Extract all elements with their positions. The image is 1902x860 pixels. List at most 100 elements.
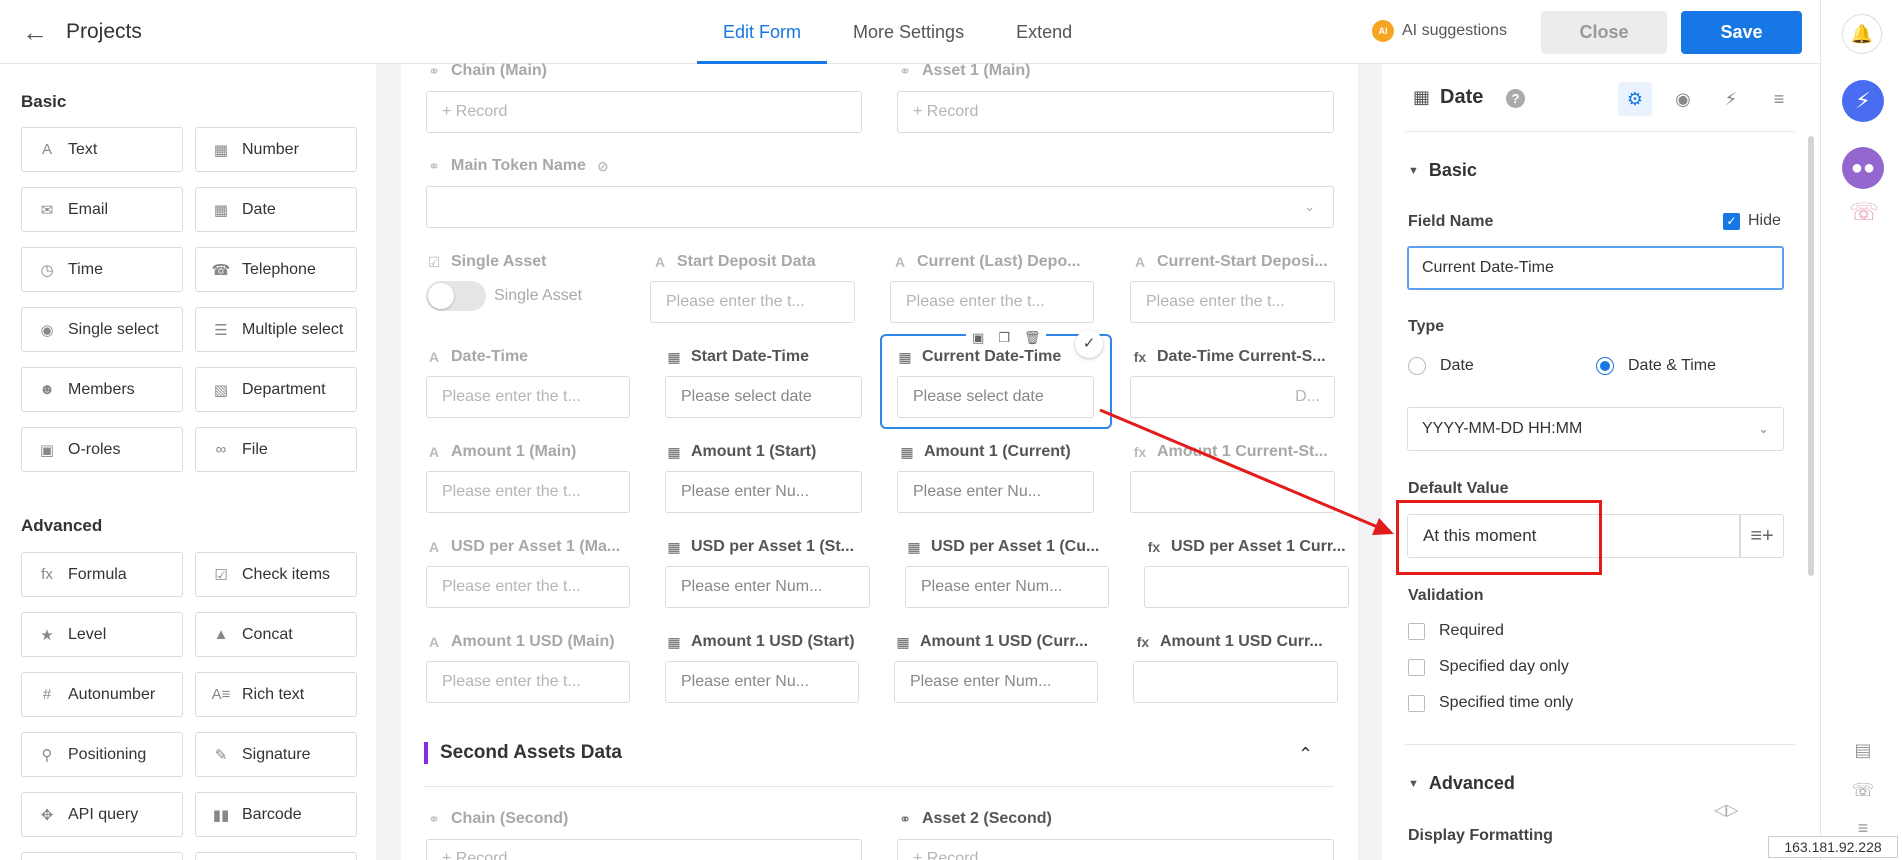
component-telephone[interactable]: ☎ Telephone <box>195 247 357 292</box>
component-concat[interactable]: ▲ Concat <box>195 612 357 657</box>
check-icon[interactable]: ✓ <box>1075 330 1103 358</box>
current-date-time-input[interactable]: Please select date <box>897 376 1094 418</box>
field-label-amount1-current: ▦ Amount 1 (Current) <box>900 443 1071 460</box>
component-rich-text[interactable]: A≡ Rich text <box>195 672 357 717</box>
component-single-select[interactable]: ◉ Single select <box>21 307 183 352</box>
date-time-current-s-input[interactable]: D... <box>1130 376 1335 418</box>
amount1-main-input[interactable]: Please enter the t... <box>426 471 630 513</box>
panel-divider <box>1405 744 1795 745</box>
support-icon[interactable]: ☏ <box>1851 780 1875 804</box>
component-department[interactable]: ▧ Department <box>195 367 357 412</box>
link-icon: ⚭ <box>428 62 440 79</box>
component-file[interactable]: ∞ File <box>195 427 357 472</box>
start-deposit-data-input[interactable]: Please enter the t... <box>650 281 855 323</box>
component-barcode[interactable]: ▮▮ Barcode <box>195 792 357 837</box>
field-label-usd-asset1-start: ▦ USD per Asset 1 (St... <box>667 538 855 555</box>
component-positioning[interactable]: ⚲ Positioning <box>21 732 183 777</box>
current-start-deposi-input[interactable]: Please enter the t... <box>1130 281 1335 323</box>
sort-icon[interactable]: ≡ <box>1762 82 1796 116</box>
concat-icon: ▲ <box>213 626 229 643</box>
delete-icon[interactable]: 🗑 <box>1024 330 1041 346</box>
basic-section-toggle[interactable]: ▼ Basic <box>1408 160 1477 181</box>
amount1-current-input[interactable]: Please enter Nu... <box>897 471 1094 513</box>
component-partial[interactable] <box>195 852 357 860</box>
component-autonumber[interactable]: # Autonumber <box>21 672 183 717</box>
hide-checkbox[interactable]: ✓ Hide <box>1723 212 1781 230</box>
headset-icon[interactable]: ☏ <box>1849 198 1879 228</box>
text-icon: A <box>428 444 440 460</box>
checkbox-icon: ☑ <box>427 253 441 270</box>
amount1-usd-curr-input[interactable]: Please enter Num... <box>894 661 1098 703</box>
checkbox-icon <box>1408 658 1425 676</box>
chain-second-record-input[interactable]: + Record <box>426 839 862 860</box>
tab-extend[interactable]: Extend <box>990 0 1098 64</box>
tab-edit-form[interactable]: Edit Form <box>697 0 828 64</box>
display-formatting-label: Display Formatting <box>1408 827 1553 844</box>
component-multiple-select[interactable]: ☰ Multiple select <box>195 307 357 352</box>
component-o-roles[interactable]: ▣ O-roles <box>21 427 183 472</box>
component-date[interactable]: ▦ Date <box>195 187 357 232</box>
validation-label: Validation <box>1408 587 1484 604</box>
date-format-select[interactable]: YYYY-MM-DD HH:MM ⌄ <box>1407 407 1784 451</box>
asset1-main-record-input[interactable]: + Record <box>897 91 1334 133</box>
usd-asset1-current-input[interactable]: Please enter Num... <box>905 566 1109 608</box>
playlist-add-icon[interactable]: ≡+ <box>1740 514 1784 558</box>
component-members[interactable]: ☻ Members <box>21 367 183 412</box>
asset2-second-record-input[interactable]: + Record <box>897 839 1334 860</box>
lightning-icon[interactable]: ⚡ <box>1714 82 1748 116</box>
chevron-up-icon[interactable]: ⌃ <box>1298 744 1313 765</box>
type-icon[interactable]: ▣ <box>972 330 984 346</box>
amount1-usd-curr2-input[interactable] <box>1133 661 1338 703</box>
usd-asset1-curr-input[interactable] <box>1144 566 1349 608</box>
save-button[interactable]: Save <box>1681 11 1802 54</box>
field-name-input[interactable]: Current Date-Time <box>1407 246 1784 290</box>
main-token-name-select[interactable]: ⌄ <box>426 186 1334 228</box>
checkbox-icon <box>1408 622 1425 640</box>
component-signature[interactable]: ✎ Signature <box>195 732 357 777</box>
amount1-start-input[interactable]: Please enter Nu... <box>665 471 862 513</box>
panel-scrollbar[interactable] <box>1808 136 1814 576</box>
required-checkbox[interactable]: Required <box>1408 622 1504 640</box>
specified-time-checkbox[interactable]: Specified time only <box>1408 694 1573 712</box>
component-text[interactable]: A Text <box>21 127 183 172</box>
component-email[interactable]: ✉ Email <box>21 187 183 232</box>
component-api-query[interactable]: ✥ API query <box>21 792 183 837</box>
amount1-current-st-input[interactable] <box>1130 471 1335 513</box>
component-formula[interactable]: fx Formula <box>21 552 183 597</box>
type-date-radio[interactable]: Date <box>1408 357 1474 375</box>
bell-icon[interactable]: 🔔 <box>1842 14 1882 54</box>
type-label: Type <box>1408 318 1445 335</box>
component-level[interactable]: ★ Level <box>21 612 183 657</box>
palette-icon[interactable]: ◉ <box>1666 82 1700 116</box>
component-time[interactable]: ◷ Time <box>21 247 183 292</box>
help-icon[interactable]: ? <box>1506 89 1525 108</box>
resize-handle-icon[interactable]: ◁▷ <box>1714 800 1739 820</box>
amount1-usd-main-input[interactable]: Please enter the t... <box>426 661 630 703</box>
copy-icon[interactable]: ❐ <box>998 330 1010 346</box>
team-icon[interactable]: ●● <box>1842 147 1884 189</box>
ai-suggestions-button[interactable]: AI AI suggestions <box>1372 20 1507 42</box>
current-last-depo-input[interactable]: Please enter the t... <box>890 281 1094 323</box>
start-date-time-input[interactable]: Please select date <box>665 376 862 418</box>
component-check-items[interactable]: ☑ Check items <box>195 552 357 597</box>
usd-asset1-main-input[interactable]: Please enter the t... <box>426 566 630 608</box>
field-label-amount1-usd-curr2: fx Amount 1 USD Curr... <box>1136 633 1323 650</box>
component-number[interactable]: ▦ Number <box>195 127 357 172</box>
back-arrow-icon[interactable]: ← <box>22 18 50 46</box>
single-asset-toggle[interactable] <box>426 281 486 311</box>
number-icon: ▦ <box>896 633 910 650</box>
chain-main-record-input[interactable]: + Record <box>426 91 862 133</box>
star-icon: ★ <box>40 626 54 644</box>
tab-more-settings[interactable]: More Settings <box>827 0 990 64</box>
type-datetime-radio[interactable]: Date & Time <box>1596 357 1716 375</box>
advanced-section-toggle[interactable]: ▼ Advanced <box>1408 773 1515 794</box>
component-partial[interactable] <box>21 852 183 860</box>
lightning-icon[interactable]: ⚡ <box>1842 80 1884 122</box>
contact-card-icon[interactable]: ▤ <box>1851 740 1875 764</box>
date-time-input[interactable]: Please enter the t... <box>426 376 630 418</box>
close-button[interactable]: Close <box>1541 11 1667 54</box>
usd-asset1-start-input[interactable]: Please enter Num... <box>665 566 870 608</box>
amount1-usd-start-input[interactable]: Please enter Nu... <box>665 661 859 703</box>
settings-gear-icon[interactable]: ⚙ <box>1618 82 1652 116</box>
specified-day-checkbox[interactable]: Specified day only <box>1408 658 1569 676</box>
